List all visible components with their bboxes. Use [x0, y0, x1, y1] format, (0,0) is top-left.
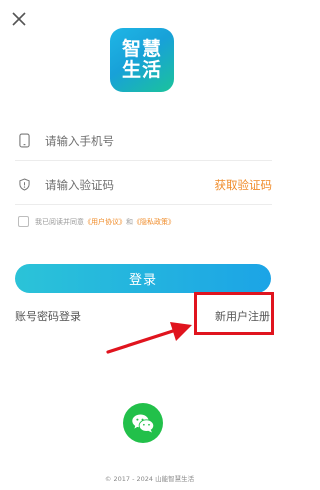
code-field: 获取验证码	[15, 165, 272, 205]
wechat-icon	[132, 414, 155, 432]
copyright-footer: © 2017 - 2024 山能智慧生活	[104, 475, 195, 483]
phone-field	[15, 121, 272, 161]
agreement-row: 我已阅读并同意 《用户协议》 和 《隐私政策》	[18, 216, 175, 227]
logo-text-line2: 生活	[121, 59, 162, 81]
shield-icon	[17, 177, 31, 193]
user-agreement-link[interactable]: 《用户协议》	[84, 217, 126, 227]
agreement-checkbox[interactable]	[18, 216, 29, 227]
phone-input[interactable]	[45, 133, 195, 148]
password-login-link[interactable]: 账号密码登录	[15, 308, 81, 324]
privacy-policy-link[interactable]: 《隐私政策》	[133, 217, 175, 227]
logo-text-line1: 智慧	[121, 38, 162, 60]
get-code-button[interactable]: 获取验证码	[215, 177, 273, 193]
highlight-box	[194, 292, 274, 335]
phone-icon	[17, 133, 31, 149]
close-button[interactable]	[8, 8, 30, 30]
app-logo: 智慧 生活	[110, 28, 174, 92]
login-button[interactable]: 登录	[15, 264, 271, 293]
agreement-joiner: 和	[126, 217, 133, 226]
red-arrow-icon	[106, 322, 192, 354]
agreement-prefix: 我已阅读并同意	[35, 217, 84, 226]
wechat-login-button[interactable]	[123, 403, 163, 443]
code-input[interactable]	[45, 177, 195, 192]
close-icon	[12, 12, 26, 26]
